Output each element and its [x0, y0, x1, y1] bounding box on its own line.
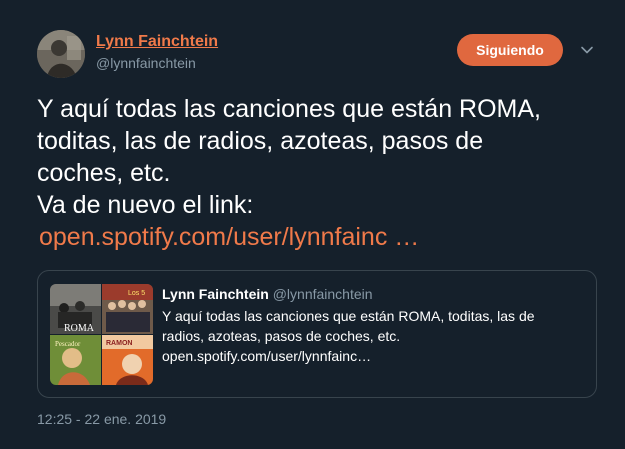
tweet-text: Y aquí todas las canciones que están ROM…	[37, 93, 607, 253]
quoted-tweet-text: Y aquí todas las canciones que están ROM…	[162, 306, 582, 366]
avatar[interactable]	[37, 30, 85, 78]
quoted-tweet-line: open.spotify.com/user/lynnfainc…	[162, 348, 372, 364]
author-name[interactable]: Lynn Fainchtein	[96, 33, 218, 51]
roma-title: ROMA	[64, 323, 95, 334]
tweet: Lynn Fainchtein @lynnfainchtein Siguiend…	[0, 0, 625, 449]
album-label-2: Los 5	[128, 290, 145, 297]
album-label-3: Pescador	[55, 340, 81, 348]
following-button[interactable]: Siguiendo	[457, 34, 563, 66]
quoted-author-name: Lynn Fainchtein	[162, 286, 269, 302]
tweet-line: Va de nuevo el link:	[37, 191, 254, 219]
spotify-link[interactable]: open.spotify.com/user/lynnfainc …	[39, 221, 419, 253]
album-mosaic: ROMA Los 5 Pescador RAMON	[50, 284, 153, 385]
tweet-line: Y aquí todas las canciones que están ROM…	[37, 95, 542, 123]
quoted-author: Lynn Fainchtein @lynnfainchtein	[162, 286, 373, 302]
timestamp[interactable]: 12:25 - 22 ene. 2019	[37, 411, 166, 427]
author-handle[interactable]: @lynnfainchtein	[96, 55, 196, 71]
quoted-tweet-card[interactable]: ROMA Los 5 Pescador RAMON Lynn Fainchtei…	[37, 270, 597, 398]
album-label-4: RAMON	[106, 340, 132, 347]
tweet-line: toditas, las de radios, azoteas, pasos d…	[37, 127, 484, 155]
tweet-line: coches, etc.	[37, 159, 171, 187]
chevron-down-icon[interactable]	[580, 43, 594, 57]
quoted-author-handle: @lynnfainchtein	[272, 286, 373, 302]
avatar-image	[37, 30, 85, 78]
quoted-tweet-line: Y aquí todas las canciones que están ROM…	[162, 308, 535, 324]
quoted-tweet-line: radios, azoteas, pasos de coches, etc.	[162, 328, 401, 344]
quoted-tweet-image: ROMA Los 5 Pescador RAMON	[50, 284, 153, 385]
